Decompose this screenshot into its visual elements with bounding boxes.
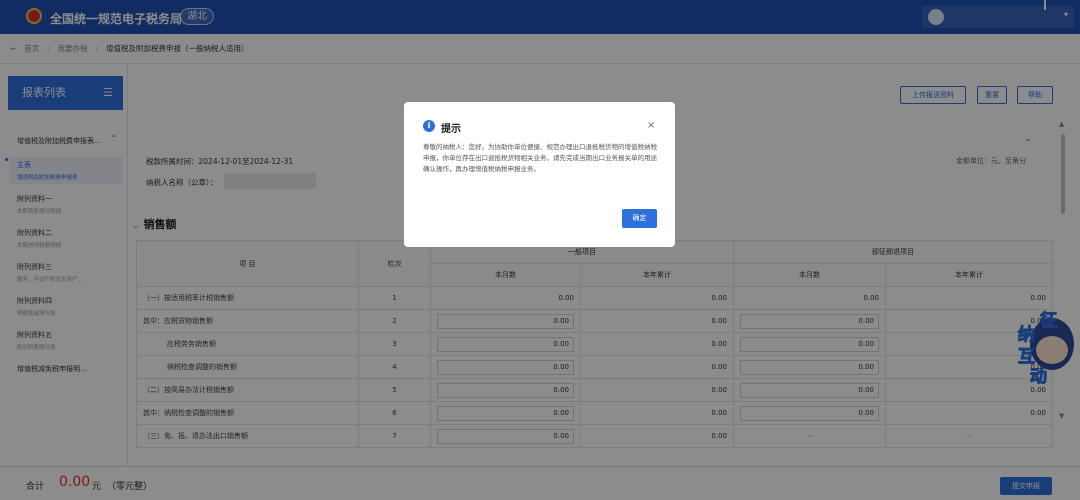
- modal-overlay[interactable]: [0, 0, 1080, 500]
- tip-dialog: i 提示 × 尊敬的纳税人：您好。为协助你单位便捷、规范办理出口退抵税货物的增值…: [404, 102, 675, 247]
- close-icon[interactable]: ×: [647, 120, 655, 131]
- confirm-button[interactable]: 确定: [622, 209, 657, 228]
- info-icon: i: [423, 120, 435, 132]
- dialog-message: 尊敬的纳税人：您好。为协助你单位便捷、规范办理出口退抵税货物的增值税纳税申报，你…: [423, 143, 657, 173]
- dialog-title: 提示: [441, 124, 461, 135]
